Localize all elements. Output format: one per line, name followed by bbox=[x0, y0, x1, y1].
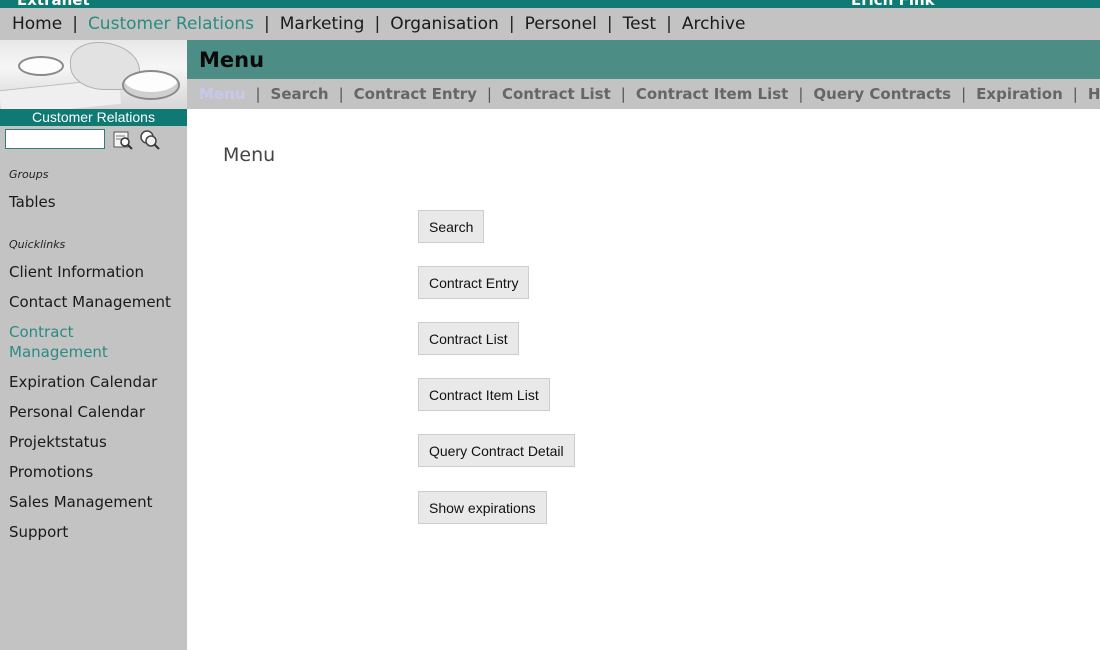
sidebar: Customer Relations Groups Tables Quickli… bbox=[0, 40, 187, 650]
contract-list-button[interactable]: Contract List bbox=[418, 322, 519, 355]
search-input[interactable] bbox=[5, 129, 105, 149]
nav-separator: | bbox=[374, 14, 381, 34]
groups-label: Groups bbox=[9, 168, 49, 181]
page-header: Menu bbox=[187, 40, 1100, 79]
nav-item-personel[interactable]: Personel bbox=[525, 14, 597, 34]
nav-item-organisation[interactable]: Organisation bbox=[390, 14, 499, 34]
section-banner-image bbox=[0, 40, 187, 109]
sidebar-item-tables[interactable]: Tables bbox=[9, 192, 179, 212]
subnav-item-menu[interactable]: Menu bbox=[199, 85, 245, 103]
subnav-item-search[interactable]: Search bbox=[271, 85, 329, 103]
subnav-separator: | bbox=[338, 85, 344, 103]
top-bar: Extranet Erich Fink bbox=[0, 0, 1100, 8]
user-name[interactable]: Erich Fink bbox=[851, 0, 935, 8]
contract-entry-button[interactable]: Contract Entry bbox=[418, 266, 530, 299]
sidebar-item-personal-calendar[interactable]: Personal Calendar bbox=[9, 402, 179, 422]
contract-item-list-button[interactable]: Contract Item List bbox=[418, 378, 550, 411]
nav-separator: | bbox=[666, 14, 672, 34]
simple-search-icon[interactable] bbox=[112, 129, 134, 151]
coffee-cup-shape bbox=[18, 56, 64, 76]
query-contract-detail-button[interactable]: Query Contract Detail bbox=[418, 434, 575, 467]
sidebar-item-projektstatus[interactable]: Projektstatus bbox=[9, 432, 179, 452]
advanced-search-icon[interactable] bbox=[139, 129, 161, 151]
subnav-item-contract-list[interactable]: Contract List bbox=[502, 85, 611, 103]
main-nav: Home | Customer Relations | Marketing | … bbox=[0, 8, 1100, 40]
nav-item-marketing[interactable]: Marketing bbox=[280, 14, 365, 34]
subnav-item-expiration[interactable]: Expiration bbox=[976, 85, 1063, 103]
nav-item-home[interactable]: Home bbox=[12, 14, 62, 34]
subnav-item-contract-entry[interactable]: Contract Entry bbox=[354, 85, 477, 103]
sidebar-item-promotions[interactable]: Promotions bbox=[9, 462, 179, 482]
nav-item-customer-relations[interactable]: Customer Relations bbox=[88, 14, 254, 34]
section-title: Customer Relations bbox=[0, 109, 187, 126]
sidebar-search bbox=[0, 126, 187, 156]
show-expirations-button[interactable]: Show expirations bbox=[418, 491, 547, 524]
subnav-item-help[interactable]: Help bbox=[1088, 85, 1100, 103]
sidebar-item-client-information[interactable]: Client Information bbox=[9, 262, 179, 282]
nav-item-test[interactable]: Test bbox=[623, 14, 656, 34]
search-button[interactable]: Search bbox=[418, 210, 485, 243]
nav-separator: | bbox=[72, 14, 78, 34]
nav-separator: | bbox=[264, 14, 270, 34]
page-title: Menu bbox=[199, 48, 265, 72]
nav-item-archive[interactable]: Archive bbox=[682, 14, 746, 34]
quicklinks-label: Quicklinks bbox=[9, 238, 66, 251]
subnav-separator: | bbox=[486, 85, 492, 103]
subnav-item-contract-item-list[interactable]: Contract Item List bbox=[636, 85, 789, 103]
brand-label: Extranet bbox=[17, 0, 90, 8]
subnav-separator: | bbox=[798, 85, 804, 103]
subnav-separator: | bbox=[1072, 85, 1078, 103]
content-title: Menu bbox=[223, 144, 276, 166]
coffee-cup-shape bbox=[122, 70, 180, 100]
nav-separator: | bbox=[606, 14, 613, 34]
nav-separator: | bbox=[508, 14, 515, 34]
sidebar-item-support[interactable]: Support bbox=[9, 522, 179, 542]
sidebar-item-expiration-calendar[interactable]: Expiration Calendar bbox=[9, 372, 179, 392]
subnav-separator: | bbox=[961, 85, 967, 103]
sub-nav: Menu | Search | Contract Entry | Contrac… bbox=[187, 79, 1100, 109]
sidebar-item-contract-management[interactable]: Contract Management bbox=[9, 322, 129, 362]
sidebar-item-sales-management[interactable]: Sales Management bbox=[9, 492, 179, 512]
subnav-separator: | bbox=[255, 85, 261, 103]
subnav-item-query-contracts[interactable]: Query Contracts bbox=[813, 85, 951, 103]
subnav-separator: | bbox=[620, 85, 626, 103]
sidebar-item-contact-management[interactable]: Contact Management bbox=[9, 292, 179, 312]
